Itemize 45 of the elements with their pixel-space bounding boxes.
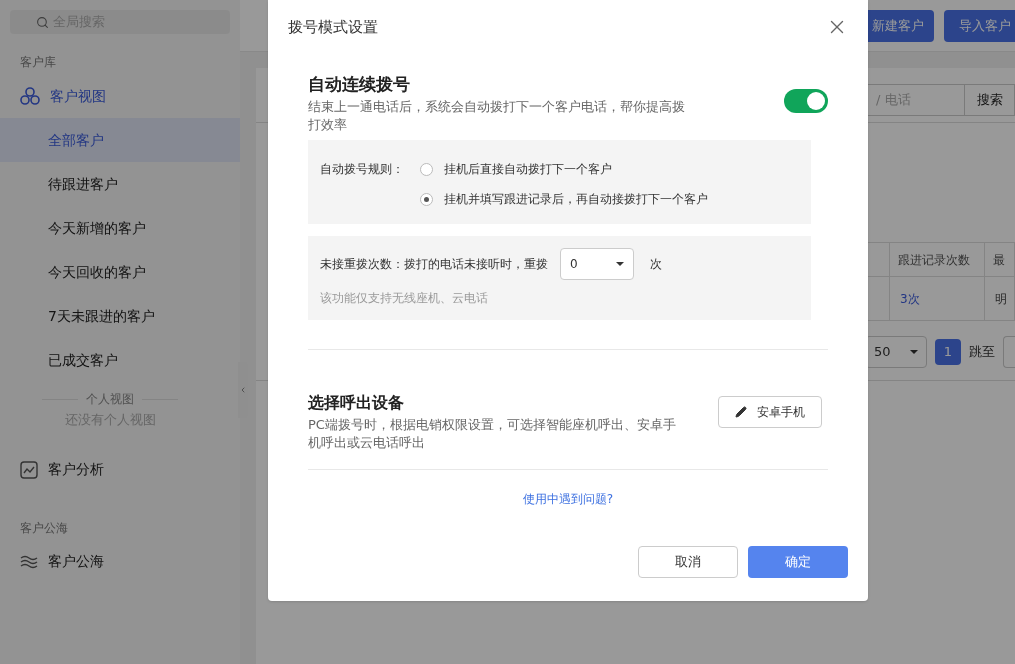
nav-group[interactable]: 客户视图 — [0, 74, 126, 118]
circles-icon — [20, 86, 40, 106]
nav-item[interactable]: 7天未跟进的客户 — [0, 294, 240, 338]
section-title: 选择呼出设备 — [308, 392, 405, 414]
section-title: 客户公海 — [19, 519, 69, 537]
nav-item[interactable]: 今天回收的客户 — [0, 250, 240, 294]
radio-option[interactable]: 挂机后直接自动拨打下一个客户 — [420, 160, 708, 178]
nav-item[interactable]: 全部客户 — [0, 118, 240, 162]
section-title: 客户库 — [19, 54, 57, 71]
radio-button[interactable] — [420, 192, 433, 206]
column-header: 最 — [993, 251, 1005, 269]
note-text: 该功能仅支持无线座机、云电话 — [320, 290, 488, 307]
pencil-icon — [735, 406, 747, 418]
auto-dial-switch[interactable] — [784, 89, 828, 113]
page-button[interactable]: 1 — [935, 339, 961, 365]
nav-item[interactable]: 待跟进客户 — [0, 162, 240, 206]
unit-label: 次 — [650, 256, 662, 273]
import-button[interactable]: 导入客户 — [944, 9, 1015, 42]
ok-button[interactable]: 确定 — [748, 546, 848, 578]
nav-item[interactable]: 今天新增的客户 — [0, 206, 240, 250]
jump-label: 跳至 — [969, 343, 995, 362]
divider-label: 个人视图 — [86, 391, 134, 408]
search-icon — [36, 15, 49, 29]
table-cell-text: 3次 — [900, 290, 920, 308]
dialog-title: 拨号模式设置 — [288, 16, 378, 38]
redial-select[interactable]: 0 — [560, 248, 634, 280]
section-description: 结束上一通电话后，系统会自动拨打下一个客户电话，帮你提高拨打效率 — [308, 98, 686, 134]
column-header: 跟进记录次数 — [898, 251, 970, 269]
waves-icon — [20, 554, 38, 569]
rule-label: 自动拨号规则： — [320, 161, 404, 178]
jump-field[interactable] — [1003, 336, 1015, 368]
help-link[interactable]: 使用中遇到问题? — [522, 490, 614, 508]
device-button[interactable]: 安卓手机 — [718, 396, 822, 428]
redial-label: 未接重拨次数：拨打的电话未接听时，重拨 — [320, 256, 548, 273]
chart-icon — [20, 460, 38, 479]
search-button[interactable]: 搜索 — [965, 84, 1015, 116]
nav-group[interactable]: 客户公海 — [0, 539, 124, 584]
radio-option[interactable]: 挂机并填写跟进记录后，再自动接拨打下一个客户 — [420, 190, 708, 208]
section-description: PC端拨号时，根据电销权限设置，可选择智能座机呼出、安卓手机呼出或云电话呼出 — [308, 416, 677, 452]
cancel-button[interactable]: 取消 — [638, 546, 738, 578]
section-title: 自动连续拨号 — [308, 73, 411, 96]
nav-group[interactable]: 客户分析 — [0, 447, 124, 492]
table-cell-text: 明 — [995, 290, 1007, 308]
caret-icon — [239, 386, 247, 394]
radio-button[interactable] — [420, 162, 433, 176]
